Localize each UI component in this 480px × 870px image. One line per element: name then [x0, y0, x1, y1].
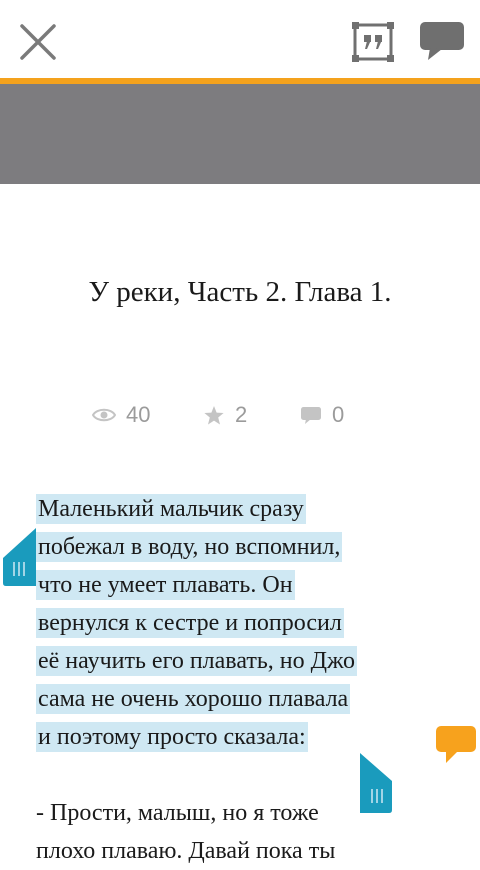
comment-icon	[301, 406, 321, 424]
likes-count: 2	[235, 402, 248, 427]
stats-row: 40 2 0	[0, 402, 480, 432]
selection-end-handle[interactable]	[359, 753, 393, 813]
story-text[interactable]: Маленький мальчик сразу побежал в воду, …	[36, 490, 436, 870]
story-line: сама не очень хорошо плавала	[36, 684, 351, 714]
story-line: плохо плаваю. Давай пока ты	[36, 838, 336, 864]
story-line: что не умеет плавать. Он	[36, 570, 295, 600]
story-line: побежал в воду, но вспомнил,	[36, 532, 343, 562]
chat-bubble-icon[interactable]	[418, 20, 466, 62]
star-icon	[204, 405, 224, 424]
story-line: вернулся к сестре и попросил	[36, 608, 344, 638]
close-icon[interactable]	[18, 22, 58, 62]
comments-stat: 0	[300, 402, 344, 428]
views-count: 40	[126, 402, 151, 427]
views-stat: 40	[92, 402, 150, 428]
chapter-title: У реки, Часть 2. Глава 1.	[88, 276, 392, 308]
story-line: и поэтому просто сказала:	[36, 722, 308, 752]
selection-start-handle[interactable]	[3, 528, 37, 586]
top-bar	[0, 0, 480, 78]
likes-stat: 2	[203, 402, 247, 428]
story-line: её научить его плавать, но Джо	[36, 646, 357, 676]
add-note-icon[interactable]	[436, 726, 476, 764]
comments-count: 0	[332, 402, 345, 427]
cover-banner	[0, 84, 480, 184]
eye-icon	[92, 408, 116, 422]
quote-icon[interactable]	[352, 22, 394, 62]
story-line: Маленький мальчик сразу	[36, 494, 306, 524]
